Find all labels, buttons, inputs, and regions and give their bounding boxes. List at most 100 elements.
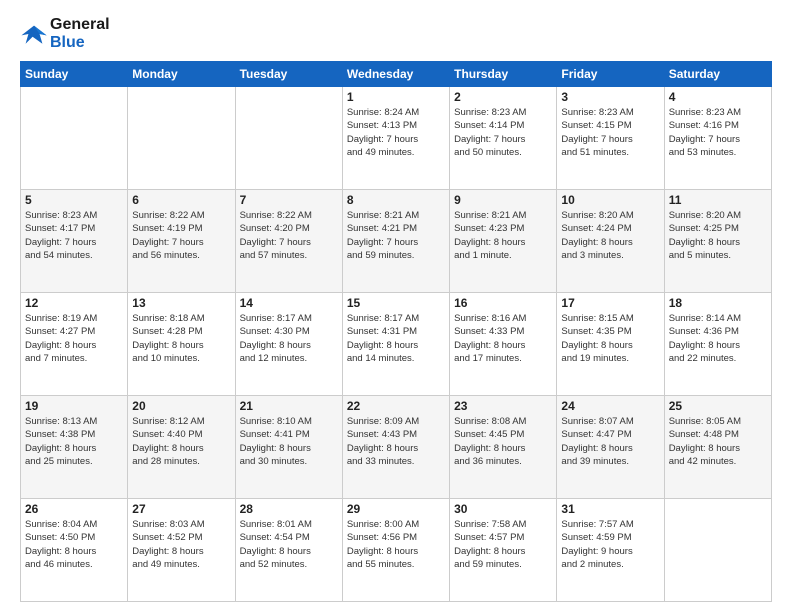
day-info: Sunrise: 8:20 AM Sunset: 4:24 PM Dayligh… — [561, 209, 659, 262]
day-info: Sunrise: 8:21 AM Sunset: 4:23 PM Dayligh… — [454, 209, 552, 262]
calendar-cell: 18 Sunrise: 8:14 AM Sunset: 4:36 PM Dayli… — [664, 293, 771, 396]
day-info: Sunrise: 8:20 AM Sunset: 4:25 PM Dayligh… — [669, 209, 767, 262]
calendar-table: Sunday Monday Tuesday Wednesday Thursday… — [20, 61, 772, 602]
calendar-cell: 5 Sunrise: 8:23 AM Sunset: 4:17 PM Daylig… — [21, 190, 128, 293]
calendar-cell: 6 Sunrise: 8:22 AM Sunset: 4:19 PM Daylig… — [128, 190, 235, 293]
day-number: 24 — [561, 399, 659, 413]
day-number: 28 — [240, 502, 338, 516]
calendar-cell: 13Sunrise: 8:18 AM Sunset: 4:28 PM Dayli… — [128, 293, 235, 396]
page: General Blue Sunday Monday Tuesday Wedne… — [0, 0, 792, 612]
calendar-week-row: 5 Sunrise: 8:23 AM Sunset: 4:17 PM Daylig… — [21, 190, 772, 293]
day-info: Sunrise: 8:04 AM Sunset: 4:50 PM Dayligh… — [25, 518, 123, 571]
day-info: Sunrise: 8:22 AM Sunset: 4:20 PM Dayligh… — [240, 209, 338, 262]
logo: General Blue — [20, 16, 110, 51]
day-number: 9 — [454, 193, 552, 207]
logo-text: General Blue — [50, 16, 110, 51]
calendar-week-row: 19Sunrise: 8:13 AM Sunset: 4:38 PM Dayli… — [21, 396, 772, 499]
calendar-cell: 25 Sunrise: 8:05 AM Sunset: 4:48 PM Dayli… — [664, 396, 771, 499]
calendar-cell: 20 Sunrise: 8:12 AM Sunset: 4:40 PM Dayli… — [128, 396, 235, 499]
day-info: Sunrise: 8:05 AM Sunset: 4:48 PM Dayligh… — [669, 415, 767, 468]
day-info: Sunrise: 8:17 AM Sunset: 4:30 PM Dayligh… — [240, 312, 338, 365]
day-number: 16 — [454, 296, 552, 310]
day-number: 25 — [669, 399, 767, 413]
day-number: 19 — [25, 399, 123, 413]
calendar-week-row: 26 Sunrise: 8:04 AM Sunset: 4:50 PM Dayli… — [21, 499, 772, 602]
day-number: 10 — [561, 193, 659, 207]
calendar-cell — [664, 499, 771, 602]
day-info: Sunrise: 8:16 AM Sunset: 4:33 PM Dayligh… — [454, 312, 552, 365]
calendar-cell: 28Sunrise: 8:01 AM Sunset: 4:54 PM Dayli… — [235, 499, 342, 602]
header-monday: Monday — [128, 62, 235, 87]
day-info: Sunrise: 8:07 AM Sunset: 4:47 PM Dayligh… — [561, 415, 659, 468]
day-number: 5 — [25, 193, 123, 207]
calendar-cell: 15 Sunrise: 8:17 AM Sunset: 4:31 PM Dayli… — [342, 293, 449, 396]
day-number: 30 — [454, 502, 552, 516]
day-info: Sunrise: 7:57 AM Sunset: 4:59 PM Dayligh… — [561, 518, 659, 571]
calendar-cell: 8 Sunrise: 8:21 AM Sunset: 4:21 PM Daylig… — [342, 190, 449, 293]
day-info: Sunrise: 8:08 AM Sunset: 4:45 PM Dayligh… — [454, 415, 552, 468]
day-number: 4 — [669, 90, 767, 104]
header-saturday: Saturday — [664, 62, 771, 87]
calendar-cell: 21 Sunrise: 8:10 AM Sunset: 4:41 PM Dayli… — [235, 396, 342, 499]
calendar-cell: 16 Sunrise: 8:16 AM Sunset: 4:33 PM Dayli… — [450, 293, 557, 396]
day-number: 2 — [454, 90, 552, 104]
day-number: 14 — [240, 296, 338, 310]
day-number: 23 — [454, 399, 552, 413]
day-info: Sunrise: 8:03 AM Sunset: 4:52 PM Dayligh… — [132, 518, 230, 571]
day-number: 11 — [669, 193, 767, 207]
day-info: Sunrise: 7:58 AM Sunset: 4:57 PM Dayligh… — [454, 518, 552, 571]
header: General Blue — [20, 16, 772, 51]
day-info: Sunrise: 8:15 AM Sunset: 4:35 PM Dayligh… — [561, 312, 659, 365]
calendar-cell: 4 Sunrise: 8:23 AM Sunset: 4:16 PM Daylig… — [664, 87, 771, 190]
calendar-week-row: 12 Sunrise: 8:19 AM Sunset: 4:27 PM Dayli… — [21, 293, 772, 396]
day-info: Sunrise: 8:23 AM Sunset: 4:17 PM Dayligh… — [25, 209, 123, 262]
day-number: 21 — [240, 399, 338, 413]
calendar-cell: 2 Sunrise: 8:23 AM Sunset: 4:14 PM Daylig… — [450, 87, 557, 190]
day-info: Sunrise: 8:12 AM Sunset: 4:40 PM Dayligh… — [132, 415, 230, 468]
day-number: 1 — [347, 90, 445, 104]
calendar-cell: 17 Sunrise: 8:15 AM Sunset: 4:35 PM Dayli… — [557, 293, 664, 396]
day-number: 7 — [240, 193, 338, 207]
calendar-cell: 3Sunrise: 8:23 AM Sunset: 4:15 PM Daylig… — [557, 87, 664, 190]
day-number: 15 — [347, 296, 445, 310]
header-sunday: Sunday — [21, 62, 128, 87]
header-friday: Friday — [557, 62, 664, 87]
calendar-header-row: Sunday Monday Tuesday Wednesday Thursday… — [21, 62, 772, 87]
calendar-cell: 9 Sunrise: 8:21 AM Sunset: 4:23 PM Daylig… — [450, 190, 557, 293]
calendar-cell: 23 Sunrise: 8:08 AM Sunset: 4:45 PM Dayli… — [450, 396, 557, 499]
day-number: 22 — [347, 399, 445, 413]
day-number: 31 — [561, 502, 659, 516]
calendar-cell: 26 Sunrise: 8:04 AM Sunset: 4:50 PM Dayli… — [21, 499, 128, 602]
calendar-cell: 31 Sunrise: 7:57 AM Sunset: 4:59 PM Dayli… — [557, 499, 664, 602]
calendar-cell — [21, 87, 128, 190]
day-info: Sunrise: 8:19 AM Sunset: 4:27 PM Dayligh… — [25, 312, 123, 365]
day-number: 12 — [25, 296, 123, 310]
day-info: Sunrise: 8:09 AM Sunset: 4:43 PM Dayligh… — [347, 415, 445, 468]
day-number: 17 — [561, 296, 659, 310]
day-number: 6 — [132, 193, 230, 207]
day-info: Sunrise: 8:23 AM Sunset: 4:16 PM Dayligh… — [669, 106, 767, 159]
day-number: 26 — [25, 502, 123, 516]
calendar-cell: 29Sunrise: 8:00 AM Sunset: 4:56 PM Dayli… — [342, 499, 449, 602]
header-thursday: Thursday — [450, 62, 557, 87]
day-number: 18 — [669, 296, 767, 310]
day-number: 20 — [132, 399, 230, 413]
day-info: Sunrise: 8:17 AM Sunset: 4:31 PM Dayligh… — [347, 312, 445, 365]
day-info: Sunrise: 8:23 AM Sunset: 4:15 PM Dayligh… — [561, 106, 659, 159]
day-info: Sunrise: 8:22 AM Sunset: 4:19 PM Dayligh… — [132, 209, 230, 262]
calendar-week-row: 1Sunrise: 8:24 AM Sunset: 4:13 PM Daylig… — [21, 87, 772, 190]
day-info: Sunrise: 8:21 AM Sunset: 4:21 PM Dayligh… — [347, 209, 445, 262]
calendar-cell: 22 Sunrise: 8:09 AM Sunset: 4:43 PM Dayli… — [342, 396, 449, 499]
logo-icon — [20, 20, 48, 48]
calendar-cell: 12 Sunrise: 8:19 AM Sunset: 4:27 PM Dayli… — [21, 293, 128, 396]
calendar-cell: 7 Sunrise: 8:22 AM Sunset: 4:20 PM Daylig… — [235, 190, 342, 293]
day-number: 29 — [347, 502, 445, 516]
day-info: Sunrise: 8:10 AM Sunset: 4:41 PM Dayligh… — [240, 415, 338, 468]
day-number: 8 — [347, 193, 445, 207]
calendar-cell: 24 Sunrise: 8:07 AM Sunset: 4:47 PM Dayli… — [557, 396, 664, 499]
day-info: Sunrise: 8:23 AM Sunset: 4:14 PM Dayligh… — [454, 106, 552, 159]
day-info: Sunrise: 8:18 AM Sunset: 4:28 PM Dayligh… — [132, 312, 230, 365]
day-info: Sunrise: 8:14 AM Sunset: 4:36 PM Dayligh… — [669, 312, 767, 365]
header-wednesday: Wednesday — [342, 62, 449, 87]
day-number: 27 — [132, 502, 230, 516]
